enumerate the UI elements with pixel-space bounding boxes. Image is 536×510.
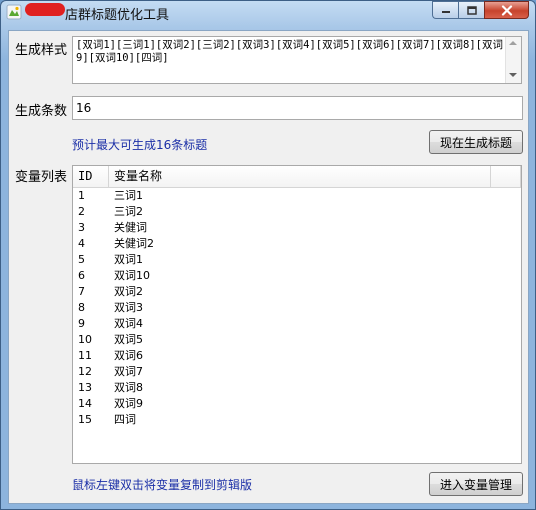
count-label: 生成条数 bbox=[15, 104, 68, 119]
list-item-name: 双词9 bbox=[114, 397, 143, 410]
list-rows: 1 三词1 2 三词2 3 关健词 4 关健词2 5 双词1 6 双词10 7 双词2 8 双词3 9 双词4 10… bbox=[73, 188, 521, 428]
list-item[interactable]: 10 双词5 bbox=[73, 332, 521, 348]
list-item-id: 13 bbox=[78, 381, 92, 394]
main-panel: 生成样式 [双词1][三词1][双词2][三词2][双词3][双词4][双词5]… bbox=[8, 30, 529, 504]
list-item-id: 5 bbox=[78, 253, 85, 266]
estimate-hint: 预计最大可生成16条标题 bbox=[72, 138, 208, 152]
list-item-name: 双词2 bbox=[114, 285, 143, 298]
style-textarea[interactable]: [双词1][三词1][双词2][三词2][双词3][双词4][双词5][双词6]… bbox=[72, 36, 522, 84]
variables-label: 变量列表 bbox=[15, 170, 68, 185]
list-item-name: 双词3 bbox=[114, 301, 143, 314]
list-header: ID 变量名称 bbox=[73, 166, 521, 188]
close-button[interactable] bbox=[484, 1, 529, 19]
list-item-id: 2 bbox=[78, 205, 85, 218]
list-item-name: 双词8 bbox=[114, 381, 143, 394]
style-label: 生成样式 bbox=[15, 43, 68, 58]
list-item[interactable]: 7 双词2 bbox=[73, 284, 521, 300]
list-item-name: 三词2 bbox=[114, 205, 143, 218]
list-item-id: 11 bbox=[78, 349, 92, 362]
maximize-icon bbox=[466, 5, 477, 15]
list-item-id: 6 bbox=[78, 269, 85, 282]
redacted-title-part bbox=[25, 3, 65, 16]
list-item-name: 四词 bbox=[114, 413, 136, 426]
list-item[interactable]: 6 双词10 bbox=[73, 268, 521, 284]
variables-list[interactable]: ID 变量名称 1 三词1 2 三词2 3 关健词 4 关健词2 5 双词1 6 双词10 7 双词2 8 双… bbox=[72, 165, 522, 464]
list-item-id: 14 bbox=[78, 397, 92, 410]
list-item-name: 双词7 bbox=[114, 365, 143, 378]
close-icon bbox=[501, 4, 512, 16]
list-item-id: 4 bbox=[78, 237, 85, 250]
list-item[interactable]: 3 关健词 bbox=[73, 220, 521, 236]
list-item[interactable]: 1 三词1 bbox=[73, 188, 521, 204]
list-item[interactable]: 9 双词4 bbox=[73, 316, 521, 332]
title-bar[interactable]: 店群标题优化工具 bbox=[1, 1, 535, 23]
list-item[interactable]: 2 三词2 bbox=[73, 204, 521, 220]
list-item[interactable]: 8 双词3 bbox=[73, 300, 521, 316]
list-item-name: 双词10 bbox=[114, 269, 150, 282]
list-item[interactable]: 15 四词 bbox=[73, 412, 521, 428]
generate-titles-button[interactable]: 现在生成标题 bbox=[429, 130, 523, 154]
app-icon bbox=[6, 4, 22, 20]
minimize-icon bbox=[441, 11, 450, 13]
scroll-up-arrow-icon[interactable] bbox=[509, 41, 517, 45]
list-item-name: 双词4 bbox=[114, 317, 143, 330]
window-title: 店群标题优化工具 bbox=[65, 8, 170, 23]
column-header-id[interactable]: ID bbox=[73, 166, 109, 187]
column-header-empty bbox=[491, 166, 521, 187]
maximize-button[interactable] bbox=[458, 1, 484, 19]
count-input[interactable]: 16 bbox=[72, 96, 523, 120]
copy-hint: 鼠标左键双击将变量复制到剪辑版 bbox=[72, 478, 253, 492]
list-item[interactable]: 13 双词8 bbox=[73, 380, 521, 396]
list-item[interactable]: 12 双词7 bbox=[73, 364, 521, 380]
list-item-id: 15 bbox=[78, 413, 92, 426]
app-window: 店群标题优化工具 生成样式 [双词1][三词1][双词2][三词2][双词3][… bbox=[0, 0, 536, 510]
list-item-id: 8 bbox=[78, 301, 85, 314]
list-item-name: 三词1 bbox=[114, 189, 143, 202]
list-item-id: 10 bbox=[78, 333, 92, 346]
list-item-id: 1 bbox=[78, 189, 85, 202]
list-item-name: 双词6 bbox=[114, 349, 143, 362]
list-item-name: 关健词2 bbox=[114, 237, 154, 250]
list-item-id: 9 bbox=[78, 317, 85, 330]
list-item[interactable]: 4 关健词2 bbox=[73, 236, 521, 252]
list-item-id: 12 bbox=[78, 365, 92, 378]
list-item[interactable]: 14 双词9 bbox=[73, 396, 521, 412]
style-template-text: [双词1][三词1][双词2][三词2][双词3][双词4][双词5][双词6]… bbox=[76, 39, 503, 64]
list-item[interactable]: 5 双词1 bbox=[73, 252, 521, 268]
minimize-button[interactable] bbox=[432, 1, 458, 19]
manage-variables-button[interactable]: 进入变量管理 bbox=[429, 472, 523, 496]
column-header-name[interactable]: 变量名称 bbox=[109, 166, 491, 187]
scroll-down-arrow-icon[interactable] bbox=[509, 73, 517, 77]
list-item-id: 7 bbox=[78, 285, 85, 298]
list-item-name: 关健词 bbox=[114, 221, 147, 234]
list-item[interactable]: 11 双词6 bbox=[73, 348, 521, 364]
list-item-id: 3 bbox=[78, 221, 85, 234]
list-item-name: 双词1 bbox=[114, 253, 143, 266]
list-item-name: 双词5 bbox=[114, 333, 143, 346]
style-textarea-scrollbar[interactable] bbox=[505, 37, 521, 83]
